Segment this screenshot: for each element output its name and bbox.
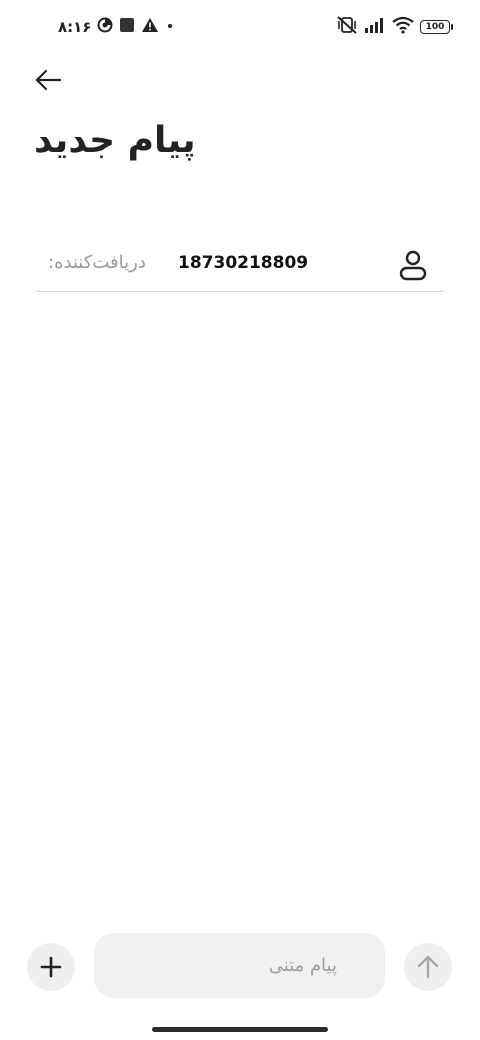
recipient-value[interactable]: 18730218809	[178, 253, 308, 273]
page-title: پیام جدید	[34, 120, 196, 161]
recipient-label: دریافت‌کننده:	[48, 252, 146, 273]
status-time: ۸:۱۶	[58, 18, 92, 36]
battery-icon: 100	[420, 20, 453, 34]
wifi-icon	[392, 16, 414, 38]
add-attachment-button[interactable]	[27, 943, 75, 991]
status-right: 100	[336, 15, 453, 39]
arrow-up-icon	[417, 955, 439, 979]
message-field[interactable]	[94, 933, 385, 998]
status-bar: ۸:۱۶ 100	[0, 0, 480, 56]
arrow-left-icon	[35, 69, 62, 91]
send-button[interactable]	[404, 943, 452, 991]
person-icon	[399, 250, 427, 281]
notification-square-icon	[119, 17, 135, 37]
plus-icon	[40, 956, 62, 978]
status-left: ۸:۱۶	[58, 16, 175, 38]
back-button[interactable]	[26, 62, 70, 98]
recipient-field[interactable]: دریافت‌کننده: 18730218809	[36, 240, 444, 292]
contact-picker-button[interactable]	[396, 248, 430, 282]
home-indicator[interactable]	[152, 1027, 328, 1032]
message-input[interactable]	[114, 955, 337, 976]
vibrate-off-icon	[336, 15, 358, 39]
data-saver-icon	[97, 17, 113, 37]
signal-icon	[364, 16, 386, 38]
warning-icon	[141, 17, 159, 37]
dot-icon	[165, 17, 175, 37]
